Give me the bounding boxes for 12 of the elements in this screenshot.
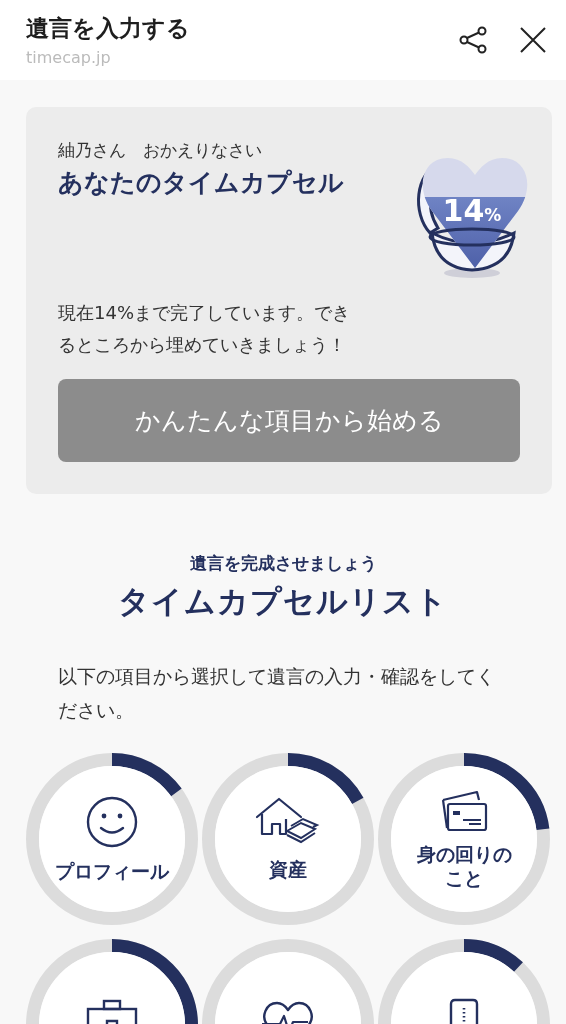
greeting-text: 紬乃さん おかえりなさい bbox=[58, 139, 263, 162]
page-title: 遺言を入力する bbox=[26, 14, 191, 43]
cards-icon bbox=[439, 788, 489, 832]
progress-message: 現在14%まで完了しています。できるところから埋めていきましょう！ bbox=[58, 301, 351, 357]
smiley-icon bbox=[85, 795, 139, 849]
card-title: あなたのタイムカプセル bbox=[58, 167, 345, 199]
site-domain: timecap.jp bbox=[26, 48, 112, 67]
close-icon bbox=[518, 25, 548, 55]
section-subtitle: 遺言を完成させましょう bbox=[189, 552, 377, 575]
instruction-text: 以下の項目から選択して遺言の入力・確認をしてください。 bbox=[58, 664, 496, 723]
section-title: タイムカプセルリスト bbox=[118, 582, 448, 621]
share-icon bbox=[458, 25, 488, 55]
